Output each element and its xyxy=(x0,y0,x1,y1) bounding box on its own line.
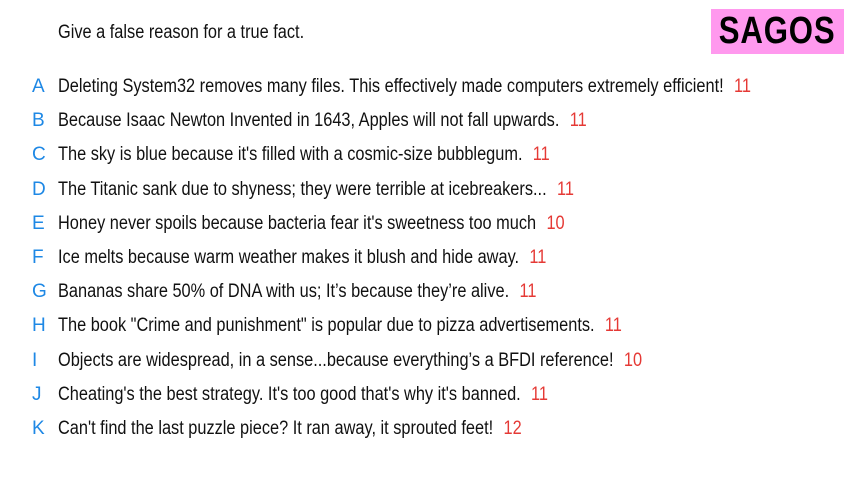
entry-count: 11 xyxy=(569,110,587,132)
entry-count: 12 xyxy=(503,417,522,439)
entry-body: Deleting System32 removes many files. Th… xyxy=(58,74,751,100)
entry-body: The book "Crime and punishment" is popul… xyxy=(58,313,622,339)
entry-text: The Titanic sank due to shyness; they we… xyxy=(58,178,547,200)
entry-body: The sky is blue because it's filled with… xyxy=(58,142,550,168)
entry-text: Objects are widespread, in a sense...bec… xyxy=(58,349,614,371)
entry-letter: D xyxy=(32,178,46,200)
entry-count: 11 xyxy=(531,383,548,405)
entry-text: Can't find the last puzzle piece? It ran… xyxy=(58,417,494,439)
entry-count: 11 xyxy=(532,144,550,166)
entry-text: Honey never spoils because bacteria fear… xyxy=(58,212,537,234)
entry-text: Cheating's the best strategy. It's too g… xyxy=(58,383,521,405)
entry-body: Honey never spoils because bacteria fear… xyxy=(58,211,565,237)
entry-body: The Titanic sank due to shyness; they we… xyxy=(58,177,574,203)
entry-text: The sky is blue because it's filled with… xyxy=(58,144,523,166)
entry-body: Objects are widespread, in a sense...bec… xyxy=(58,348,642,374)
entry-body: Because Isaac Newton Invented in 1643, A… xyxy=(58,108,587,134)
entry-count: 11 xyxy=(519,281,537,303)
entry-text: Because Isaac Newton Invented in 1643, A… xyxy=(58,110,560,132)
entry-letter: H xyxy=(32,315,46,337)
title-badge: SAGOS xyxy=(711,9,844,54)
entry-count: 11 xyxy=(604,315,622,337)
entry-text: Bananas share 50% of DNA with us; It’s b… xyxy=(58,281,510,303)
title-badge-label: SAGOS xyxy=(719,10,836,52)
entry-body: Ice melts because warm weather makes it … xyxy=(58,245,546,271)
entry-count: 11 xyxy=(734,76,751,97)
entry-letter: E xyxy=(32,212,45,234)
entry-text: The book "Crime and punishment" is popul… xyxy=(58,315,595,337)
entry-body: Bananas share 50% of DNA with us; It’s b… xyxy=(58,279,536,305)
page: { "prompt": "Give a false reason for a t… xyxy=(0,0,853,480)
entry-count: 11 xyxy=(556,178,574,200)
entry-text: Ice melts because warm weather makes it … xyxy=(58,246,520,268)
entry-letter: J xyxy=(32,383,42,405)
entry-letter: B xyxy=(32,110,45,132)
entry-letter: F xyxy=(32,246,44,268)
entry-text: Deleting System32 removes many files. Th… xyxy=(58,76,724,97)
entry-letter: C xyxy=(32,144,46,166)
entry-count: 10 xyxy=(546,212,565,234)
entry-body: Cheating's the best strategy. It's too g… xyxy=(58,382,548,408)
entry-letter: I xyxy=(32,349,38,371)
entry-count: 11 xyxy=(529,246,547,268)
entry-letter: K xyxy=(32,417,45,439)
entry-letter: A xyxy=(32,76,45,97)
entry-body: Can't find the last puzzle piece? It ran… xyxy=(58,416,522,442)
prompt-heading: Give a false reason for a true fact. xyxy=(58,22,305,43)
entry-letter: G xyxy=(32,281,47,303)
entry-count: 10 xyxy=(623,349,643,371)
